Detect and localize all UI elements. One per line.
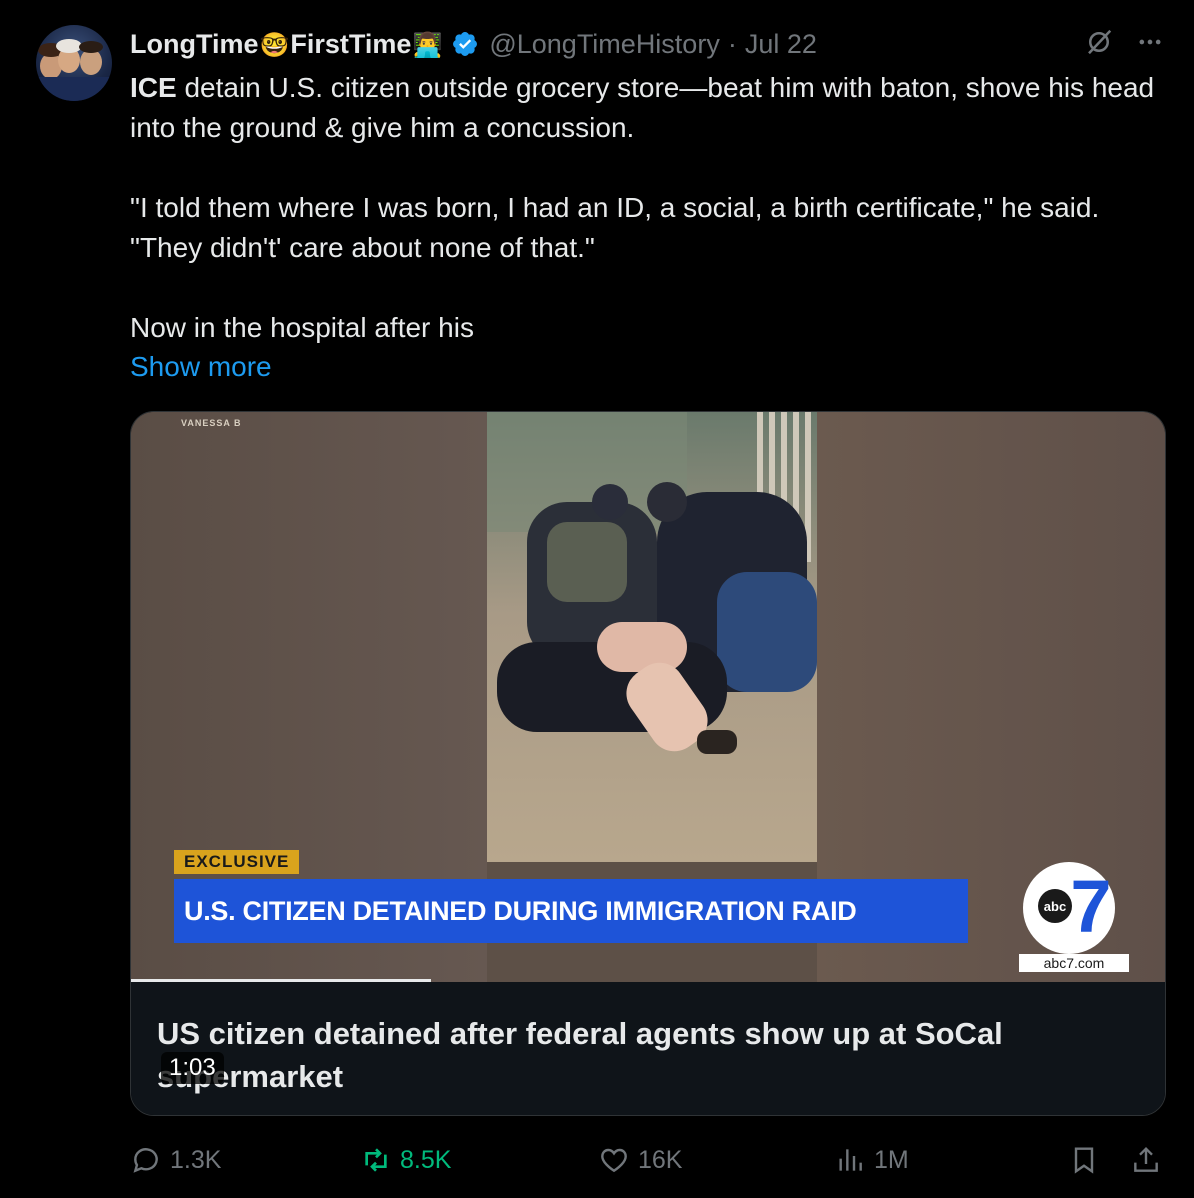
video-caption-bar: US citizen detained after federal agents… <box>131 982 1165 1115</box>
reply-count: 1.3K <box>170 1145 222 1174</box>
repost-button[interactable]: 8.5K <box>360 1138 451 1182</box>
repost-icon <box>365 1148 387 1172</box>
bookmark-button[interactable] <box>1068 1138 1100 1182</box>
abc7-logo: abc 7 abc7.com <box>1011 852 1133 972</box>
video-duration: 1:03 <box>161 1052 224 1084</box>
views-icon <box>839 1149 862 1171</box>
share-button[interactable] <box>1130 1138 1162 1182</box>
video-watermark: VANESSA B <box>181 418 242 428</box>
post-actions: 1.3K 8.5K 16K 1M <box>130 1138 1170 1182</box>
post-paragraph-1: ICE detain U.S. citizen outside grocery … <box>130 68 1170 148</box>
post-text-bold: ICE <box>130 72 177 103</box>
avatar[interactable] <box>36 25 112 101</box>
video-clip-frame <box>487 412 817 862</box>
bookmark-icon <box>1074 1147 1094 1174</box>
post-paragraph-2: "I told them where I was born, I had an … <box>130 192 1100 263</box>
views-button[interactable]: 1M <box>834 1138 909 1182</box>
news-headline: U.S. CITIZEN DETAINED DURING IMMIGRATION… <box>184 895 857 926</box>
video-player[interactable]: VANESSA B EXCLUSIVE U.S. CITIZEN DETAINE… <box>130 411 1166 1116</box>
like-button[interactable]: 16K <box>598 1138 682 1182</box>
date-separator: · <box>727 28 737 59</box>
station-url: abc7.com <box>1044 955 1105 971</box>
author-handle[interactable]: @LongTimeHistory <box>489 29 719 60</box>
verified-badge-icon <box>451 30 479 58</box>
news-headline-bar: U.S. CITIZEN DETAINED DURING IMMIGRATION… <box>174 879 968 943</box>
author-name-part1: LongTime <box>130 28 259 59</box>
post-header: LongTime🤓FirstTime👨‍💻 @LongTimeHistory ·… <box>130 24 1164 64</box>
grok-icon[interactable] <box>1084 27 1114 62</box>
abc-logo-number: 7 <box>1070 865 1111 948</box>
abc-logo-text: abc <box>1044 899 1066 914</box>
like-count: 16K <box>638 1145 683 1174</box>
reply-icon <box>133 1148 158 1173</box>
views-count: 1M <box>874 1145 909 1174</box>
author-name[interactable]: LongTime🤓FirstTime👨‍💻 <box>130 29 443 60</box>
video-caption: US citizen detained after federal agents… <box>157 1016 1003 1094</box>
post-text-line1: detain U.S. citizen outside grocery stor… <box>130 72 1155 143</box>
exclusive-tag: EXCLUSIVE <box>174 850 300 874</box>
repost-count: 8.5K <box>400 1145 452 1174</box>
share-icon <box>1134 1146 1158 1172</box>
post-paragraph-3: Now in the hospital after his <box>130 312 474 343</box>
technologist-emoji-icon: 👨‍💻 <box>412 31 443 59</box>
nerd-face-emoji-icon: 🤓 <box>259 31 290 59</box>
post-date[interactable]: Jul 22 <box>745 29 817 60</box>
post-text: ICE detain U.S. citizen outside grocery … <box>130 68 1170 348</box>
video-frame[interactable]: VANESSA B EXCLUSIVE U.S. CITIZEN DETAINE… <box>131 412 1165 982</box>
like-icon <box>601 1148 627 1173</box>
author-name-part2: FirstTime <box>290 28 412 59</box>
more-icon[interactable] <box>1136 28 1164 61</box>
reply-button[interactable]: 1.3K <box>130 1138 221 1182</box>
show-more-link[interactable]: Show more <box>130 347 272 387</box>
